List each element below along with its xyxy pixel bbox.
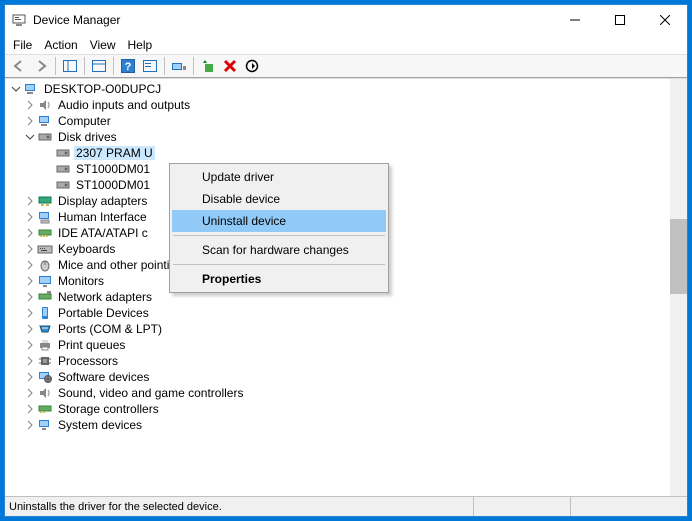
monitor-icon [37, 273, 53, 289]
portable-icon [37, 305, 53, 321]
menu-view[interactable]: View [90, 38, 116, 52]
sound-icon [37, 385, 53, 401]
expand-icon[interactable] [23, 306, 37, 320]
menu-help[interactable]: Help [128, 38, 153, 52]
tree-category-storage[interactable]: Storage controllers [5, 401, 670, 417]
window-title: Device Manager [33, 13, 552, 27]
ctx-scan-hardware[interactable]: Scan for hardware changes [172, 239, 386, 261]
expand-icon[interactable] [23, 242, 37, 256]
statusbar-text: Uninstalls the driver for the selected d… [9, 501, 222, 513]
device-manager-window: Device Manager File Action View Help ? [4, 4, 688, 517]
menubar: File Action View Help [5, 35, 687, 54]
tree-category-ports[interactable]: Ports (COM & LPT) [5, 321, 670, 337]
system-icon [37, 417, 53, 433]
printer-icon [37, 337, 53, 353]
expand-icon[interactable] [23, 210, 37, 224]
collapse-icon[interactable] [23, 130, 37, 144]
disk-icon [55, 145, 71, 161]
back-button[interactable] [9, 56, 29, 76]
disk-icon [37, 129, 53, 145]
computer-icon [37, 113, 53, 129]
keyboard-icon [37, 241, 53, 257]
device-tree[interactable]: DESKTOP-O0DUPCJ Audio inputs and outputs… [5, 79, 670, 496]
disk-icon [55, 161, 71, 177]
close-button[interactable] [642, 5, 687, 35]
tree-root[interactable]: DESKTOP-O0DUPCJ [5, 81, 670, 97]
expand-icon[interactable] [23, 226, 37, 240]
expand-icon[interactable] [23, 290, 37, 304]
statusbar: Uninstalls the driver for the selected d… [5, 496, 687, 516]
help-button[interactable]: ? [118, 56, 138, 76]
svg-text:?: ? [125, 61, 132, 73]
processor-icon [37, 353, 53, 369]
network-icon [37, 289, 53, 305]
context-menu: Update driver Disable device Uninstall d… [169, 163, 389, 293]
tree-category-disk[interactable]: Disk drives [5, 129, 670, 145]
disk-icon [55, 177, 71, 193]
computer-icon [23, 81, 39, 97]
ctx-separator [173, 264, 385, 265]
tree-category-printq[interactable]: Print queues [5, 337, 670, 353]
maximize-button[interactable] [597, 5, 642, 35]
mouse-icon [37, 257, 53, 273]
menu-file[interactable]: File [13, 38, 32, 52]
ports-icon [37, 321, 53, 337]
properties-button[interactable] [89, 56, 109, 76]
storage-icon [37, 401, 53, 417]
hid-icon [37, 209, 53, 225]
expand-icon[interactable] [23, 418, 37, 432]
tree-device-disk1[interactable]: 2307 PRAM U [5, 145, 670, 161]
expand-icon[interactable] [23, 354, 37, 368]
ctx-separator [173, 235, 385, 236]
expand-icon[interactable] [23, 258, 37, 272]
update-driver-button[interactable] [198, 56, 218, 76]
expand-icon[interactable] [23, 194, 37, 208]
expand-icon[interactable] [23, 386, 37, 400]
scrollbar-thumb[interactable] [670, 219, 687, 294]
vertical-scrollbar[interactable] [670, 79, 687, 496]
expand-icon[interactable] [23, 322, 37, 336]
expand-icon[interactable] [23, 274, 37, 288]
app-icon [11, 12, 27, 28]
ctx-disable-device[interactable]: Disable device [172, 188, 386, 210]
tree-category-system[interactable]: System devices [5, 417, 670, 433]
audio-icon [37, 97, 53, 113]
content-area: DESKTOP-O0DUPCJ Audio inputs and outputs… [5, 78, 687, 496]
ide-icon [37, 225, 53, 241]
uninstall-button[interactable] [220, 56, 240, 76]
menu-action[interactable]: Action [44, 38, 77, 52]
ctx-properties[interactable]: Properties [172, 268, 386, 290]
expand-icon[interactable] [23, 98, 37, 112]
expand-icon[interactable] [23, 338, 37, 352]
show-hide-tree-button[interactable] [60, 56, 80, 76]
tree-category-portable[interactable]: Portable Devices [5, 305, 670, 321]
display-adapter-icon [37, 193, 53, 209]
selected-device-label: 2307 PRAM U [74, 146, 155, 160]
expand-icon[interactable] [23, 402, 37, 416]
titlebar: Device Manager [5, 5, 687, 35]
disable-button[interactable] [242, 56, 262, 76]
expand-icon[interactable] [23, 370, 37, 384]
tree-category-software[interactable]: Software devices [5, 369, 670, 385]
toolbar: ? [5, 54, 687, 78]
tree-category-audio[interactable]: Audio inputs and outputs [5, 97, 670, 113]
minimize-button[interactable] [552, 5, 597, 35]
tree-category-processors[interactable]: Processors [5, 353, 670, 369]
scan-button[interactable] [169, 56, 189, 76]
software-icon [37, 369, 53, 385]
ctx-update-driver[interactable]: Update driver [172, 166, 386, 188]
action-button[interactable] [140, 56, 160, 76]
tree-root-label: DESKTOP-O0DUPCJ [42, 82, 163, 96]
collapse-icon[interactable] [9, 82, 23, 96]
tree-category-sound[interactable]: Sound, video and game controllers [5, 385, 670, 401]
expand-icon[interactable] [23, 114, 37, 128]
ctx-uninstall-device[interactable]: Uninstall device [172, 210, 386, 232]
tree-category-computer[interactable]: Computer [5, 113, 670, 129]
forward-button[interactable] [31, 56, 51, 76]
